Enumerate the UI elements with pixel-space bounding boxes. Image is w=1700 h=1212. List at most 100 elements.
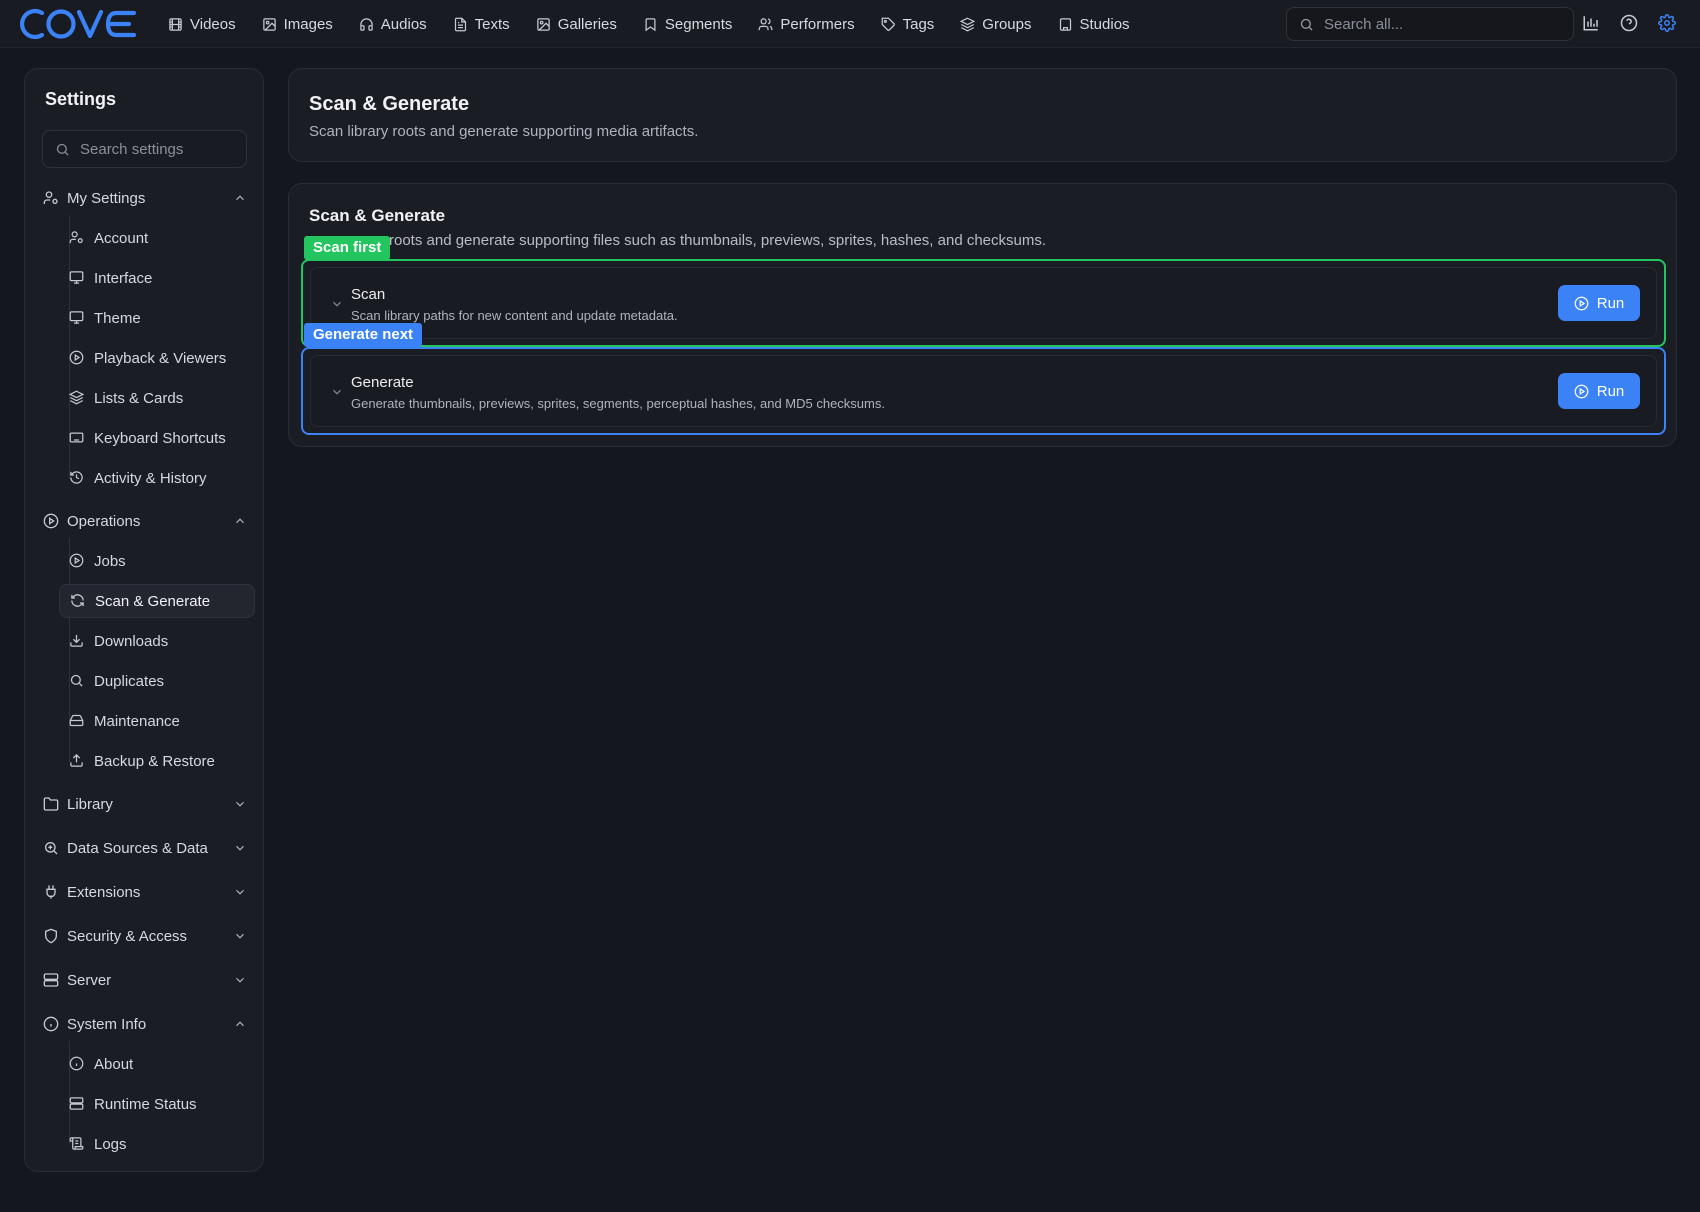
nav-videos[interactable]: Videos [168, 16, 236, 33]
plug-icon [43, 884, 59, 900]
chevron-up-icon [233, 514, 247, 528]
sidebar-item-logs[interactable]: Logs [59, 1127, 255, 1161]
server-icon [43, 972, 59, 988]
play-circle-icon [1574, 384, 1589, 399]
sidebar-group-data-sources[interactable]: Data Sources & Data [43, 835, 247, 861]
nav-texts[interactable]: Texts [453, 16, 510, 33]
document-icon [453, 17, 468, 32]
sidebar-item-keyboard-shortcuts[interactable]: Keyboard Shortcuts [59, 421, 255, 455]
settings-search[interactable] [42, 130, 247, 168]
search-icon [55, 142, 70, 157]
page-header-card: Scan & Generate Scan library roots and g… [288, 68, 1677, 162]
history-icon [69, 470, 85, 486]
sidebar-group-security-access[interactable]: Security & Access [43, 923, 247, 949]
refresh-icon [70, 593, 86, 609]
nav-images[interactable]: Images [262, 16, 333, 33]
section-description: roots and generate supporting files such… [389, 232, 1047, 249]
nav-tags[interactable]: Tags [881, 16, 934, 33]
sidebar-group-library[interactable]: Library [43, 791, 247, 817]
download-icon [69, 633, 85, 649]
stats-button[interactable] [1582, 14, 1602, 34]
scan-task-row[interactable]: Scan Scan library paths for new content … [310, 267, 1657, 339]
chevron-down-icon[interactable] [330, 297, 344, 311]
chevron-down-icon [233, 885, 247, 899]
headphones-icon [359, 17, 374, 32]
generate-run-button[interactable]: Run [1558, 373, 1640, 409]
hard-drive-icon [69, 713, 85, 729]
stats-icon [1582, 14, 1602, 32]
settings-button[interactable] [1658, 14, 1678, 34]
sidebar-group-operations[interactable]: Operations [43, 508, 247, 534]
task-name: Scan [351, 286, 386, 303]
page-subtitle: Scan library roots and generate supporti… [309, 123, 699, 140]
settings-gear-icon [1658, 14, 1678, 32]
scan-run-button[interactable]: Run [1558, 285, 1640, 321]
sidebar-group-system-info[interactable]: System Info [43, 1011, 247, 1037]
nav-performers[interactable]: Performers [758, 16, 855, 33]
sidebar-item-runtime-status[interactable]: Runtime Status [59, 1087, 255, 1121]
nav-groups[interactable]: Groups [960, 16, 1032, 33]
chevron-down-icon [233, 797, 247, 811]
bookmark-icon [643, 17, 658, 32]
scan-generate-card: Scan & Generate roots and generate suppo… [288, 183, 1677, 447]
info-icon [43, 1016, 59, 1032]
sidebar-item-about[interactable]: About [59, 1047, 255, 1081]
nav-studios[interactable]: Studios [1058, 16, 1130, 33]
layers-icon [960, 17, 976, 32]
task-description: Scan library paths for new content and u… [351, 308, 678, 323]
folder-icon [43, 796, 59, 812]
nav-audios[interactable]: Audios [359, 16, 427, 33]
users-icon [758, 17, 773, 32]
generate-next-badge: Generate next [304, 323, 423, 347]
user-cog-icon [43, 190, 59, 206]
settings-search-input[interactable] [80, 140, 240, 158]
user-cog-icon [69, 230, 85, 246]
sidebar-item-maintenance[interactable]: Maintenance [59, 704, 255, 738]
nav-galleries[interactable]: Galleries [536, 16, 617, 33]
upload-icon [69, 753, 85, 769]
building-icon [1058, 17, 1073, 32]
help-button[interactable] [1620, 14, 1640, 34]
settings-sidebar: Settings My Settings Account Interface T… [24, 68, 264, 1172]
gallery-icon [536, 17, 551, 32]
sidebar-item-interface[interactable]: Interface [59, 261, 255, 295]
layers-icon [69, 390, 85, 406]
search-icon [69, 673, 85, 689]
cove-logo[interactable] [16, 6, 138, 42]
global-search-input[interactable] [1324, 15, 1554, 33]
server-icon [69, 1096, 85, 1112]
scroll-icon [69, 1136, 85, 1152]
generate-task-row[interactable]: Generate Generate thumbnails, previews, … [310, 355, 1657, 427]
play-circle-icon [69, 553, 85, 569]
film-icon [168, 17, 183, 32]
task-name: Generate [351, 374, 414, 391]
nav-segments[interactable]: Segments [643, 16, 732, 33]
sidebar-item-duplicates[interactable]: Duplicates [59, 664, 255, 698]
sidebar-title: Settings [45, 89, 117, 109]
scan-first-badge: Scan first [304, 236, 391, 260]
sidebar-item-downloads[interactable]: Downloads [59, 624, 255, 658]
main-nav: Videos Images Audios Texts Galleries Seg… [168, 0, 1156, 48]
search-data-icon [43, 840, 59, 856]
chevron-down-icon[interactable] [330, 385, 344, 399]
scan-task-highlight: Scan Scan library paths for new content … [301, 259, 1666, 347]
sidebar-item-playback-viewers[interactable]: Playback & Viewers [59, 341, 255, 375]
sidebar-item-activity-history[interactable]: Activity & History [59, 461, 255, 495]
chevron-down-icon [233, 841, 247, 855]
generate-task-highlight: Generate Generate thumbnails, previews, … [301, 347, 1666, 435]
monitor-icon [69, 270, 85, 286]
sidebar-item-scan-generate[interactable]: Scan & Generate [59, 584, 255, 618]
help-icon [1620, 14, 1640, 32]
play-circle-icon [1574, 296, 1589, 311]
sidebar-item-lists-cards[interactable]: Lists & Cards [59, 381, 255, 415]
sidebar-item-backup-restore[interactable]: Backup & Restore [59, 744, 255, 778]
sidebar-item-account[interactable]: Account [59, 221, 255, 255]
image-icon [262, 17, 277, 32]
global-search[interactable] [1286, 7, 1574, 41]
sidebar-group-my-settings[interactable]: My Settings [43, 185, 247, 211]
sidebar-group-server[interactable]: Server [43, 967, 247, 993]
sidebar-item-jobs[interactable]: Jobs [59, 544, 255, 578]
chevron-up-icon [233, 1017, 247, 1031]
sidebar-group-extensions[interactable]: Extensions [43, 879, 247, 905]
sidebar-item-theme[interactable]: Theme [59, 301, 255, 335]
